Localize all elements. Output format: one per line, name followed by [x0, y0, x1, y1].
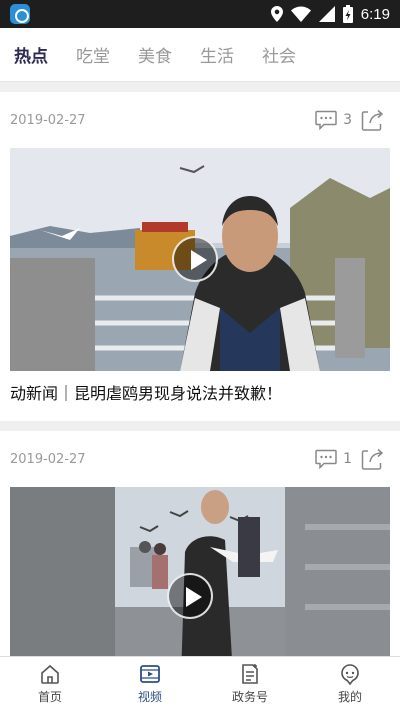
wifi-icon: [290, 6, 311, 22]
comment-button[interactable]: 1: [315, 449, 352, 469]
tab-hot[interactable]: 热点: [14, 42, 48, 67]
nav-home[interactable]: 首页: [0, 657, 100, 710]
nav-home-label: 首页: [37, 689, 62, 704]
video-thumbnail[interactable]: [10, 487, 390, 656]
video-card[interactable]: 2019-02-27 1: [0, 431, 400, 656]
video-thumbnail[interactable]: [10, 148, 390, 371]
status-icons: 6:19: [270, 4, 390, 24]
video-title[interactable]: 动新闻｜昆明虐鸥男现身说法并致歉！: [10, 371, 390, 421]
home-icon: [41, 664, 59, 684]
video-thumbnail-image: [10, 487, 390, 656]
tab-canteen[interactable]: 吃堂: [76, 42, 110, 67]
video-icon: [140, 664, 160, 683]
post-date: 2019-02-27: [10, 112, 86, 128]
video-feed[interactable]: 2019-02-27 3 动新闻｜昆明虐鸥男现身说法并致歉！ 2019-02-2…: [0, 92, 400, 656]
nav-profile-label: 我的: [337, 689, 362, 704]
status-bar: 6:19: [0, 0, 400, 28]
signal-icon: [318, 6, 335, 22]
bottom-navigation: 首页 视频 政务号 我的: [0, 656, 400, 710]
nav-gov-account-label: 政务号: [231, 689, 268, 704]
clock: 6:19: [360, 5, 390, 23]
play-button[interactable]: [172, 236, 218, 282]
gov-account-icon: [242, 663, 258, 684]
nav-profile[interactable]: 我的: [300, 657, 400, 710]
profile-icon: [341, 663, 359, 685]
play-button[interactable]: [167, 573, 213, 619]
location-icon: [270, 6, 283, 22]
app-notification-icon: [10, 4, 30, 24]
tab-food[interactable]: 美食: [138, 42, 172, 67]
share-icon[interactable]: [360, 448, 390, 470]
comment-icon: [315, 110, 337, 130]
nav-video[interactable]: 视频: [100, 657, 200, 710]
category-tabs: 热点 吃堂 美食 生活 社会: [0, 28, 400, 82]
comment-button[interactable]: 3: [315, 110, 352, 130]
card-meta: 2019-02-27 1: [10, 431, 390, 487]
post-date: 2019-02-27: [10, 451, 86, 467]
video-card[interactable]: 2019-02-27 3 动新闻｜昆明虐鸥男现身说法并致歉！: [0, 92, 400, 421]
share-icon[interactable]: [360, 109, 390, 131]
nav-gov-account[interactable]: 政务号: [200, 657, 300, 710]
card-actions: 3: [315, 109, 390, 131]
tab-society[interactable]: 社会: [262, 42, 296, 67]
nav-video-label: 视频: [137, 689, 162, 704]
comment-count: 3: [343, 112, 352, 128]
tab-life[interactable]: 生活: [200, 42, 234, 67]
comment-icon: [315, 449, 337, 469]
comment-count: 1: [343, 451, 352, 467]
battery-charging-icon: [342, 5, 353, 23]
card-actions: 1: [315, 448, 390, 470]
card-meta: 2019-02-27 3: [10, 92, 390, 148]
